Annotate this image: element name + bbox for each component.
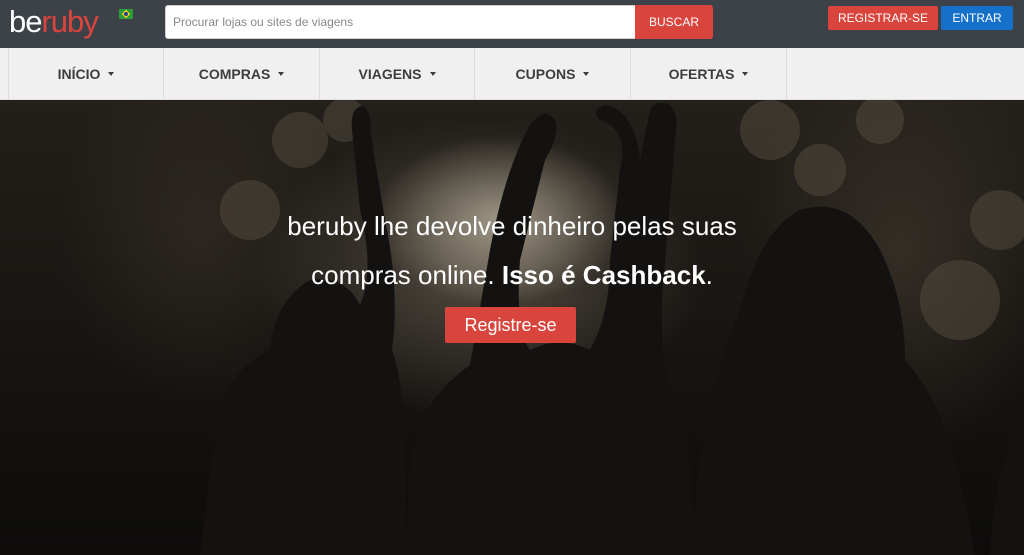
nav-item-cupons[interactable]: CUPONS: [475, 48, 631, 100]
nav-item-compras[interactable]: COMPRAS: [164, 48, 320, 100]
hero-register-button[interactable]: Registre-se: [445, 307, 576, 343]
chevron-down-icon: [429, 72, 436, 76]
hero-line-1: beruby lhe devolve dinheiro pelas suas: [287, 211, 737, 241]
logo-text-part2: ruby: [41, 4, 98, 39]
top-bar: beruby BUSCAR REGISTRAR-SE ENTRAR: [0, 0, 1024, 48]
hero-line-2-start: compras online.: [311, 260, 502, 290]
register-button[interactable]: REGISTRAR-SE: [828, 6, 938, 30]
logo-text-part1: be: [9, 4, 42, 39]
nav-item-viagens[interactable]: VIAGENS: [320, 48, 475, 100]
chevron-down-icon: [742, 72, 749, 76]
nav-item-label: COMPRAS: [198, 66, 271, 82]
brazil-flag-icon: [119, 9, 133, 19]
nav-item-label: OFERTAS: [668, 66, 735, 82]
main-nav: INÍCIO COMPRAS VIAGENS CUPONS OFERTAS: [0, 48, 1024, 100]
nav-item-label: VIAGENS: [358, 66, 422, 82]
hero-line-2-bold: Isso é Cashback: [501, 260, 706, 290]
chevron-down-icon: [583, 72, 590, 76]
nav-item-inicio[interactable]: INÍCIO: [9, 48, 164, 100]
hero-line-2-end: .: [705, 260, 713, 290]
hero-headline: beruby lhe devolve dinheiro pelas suas c…: [212, 202, 812, 300]
nav-item-label: CUPONS: [515, 66, 576, 82]
chevron-down-icon: [278, 72, 285, 76]
login-button[interactable]: ENTRAR: [941, 6, 1013, 30]
beruby-logo[interactable]: beruby: [9, 4, 99, 40]
chevron-down-icon: [108, 72, 115, 76]
search-input[interactable]: [165, 5, 636, 39]
hero-banner: beruby lhe devolve dinheiro pelas suas c…: [0, 100, 1024, 555]
nav-item-ofertas[interactable]: OFERTAS: [631, 48, 787, 100]
nav-item-label: INÍCIO: [57, 66, 101, 82]
search-button[interactable]: BUSCAR: [635, 5, 713, 39]
